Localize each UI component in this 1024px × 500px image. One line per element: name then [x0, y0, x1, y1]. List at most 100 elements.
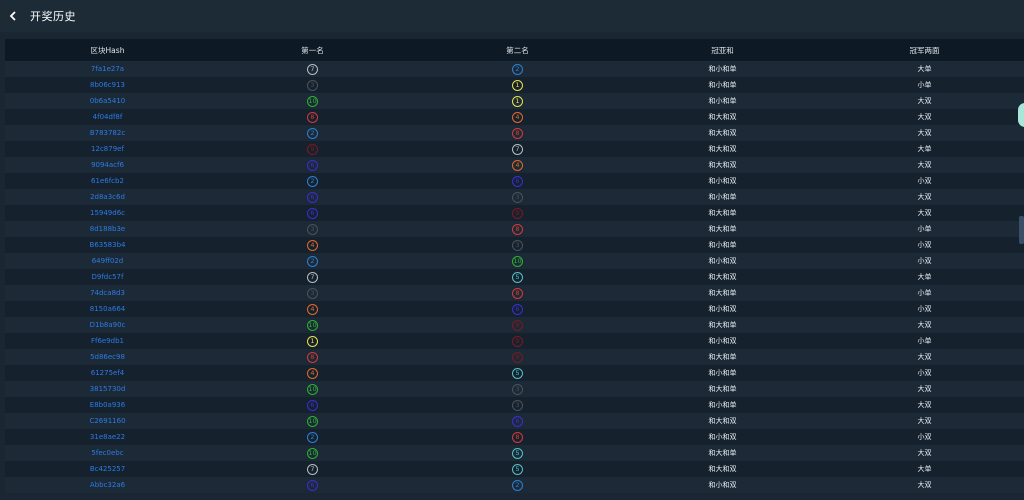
- table-row[interactable]: 12c879ef 9 7 和大和双 大单: [5, 141, 1024, 157]
- side-drawer-handle[interactable]: [1019, 216, 1024, 244]
- second-place-ball: 1: [512, 79, 523, 91]
- hash-link[interactable]: B63583b4: [90, 241, 126, 249]
- floating-service-button[interactable]: [1018, 103, 1024, 127]
- champion-face: 大双: [917, 321, 932, 329]
- table-row[interactable]: 9094acf6 6 4 和大和双 大双: [5, 157, 1024, 173]
- hash-link[interactable]: 61275ef4: [91, 369, 125, 377]
- first-place-ball: 10: [307, 383, 318, 395]
- hash-link[interactable]: Abbc32a6: [90, 481, 125, 489]
- second-place-ball: 5: [512, 367, 523, 379]
- table-row[interactable]: B783782c 2 8 和大和双 大双: [5, 125, 1024, 141]
- first-place-ball: 8: [307, 111, 318, 123]
- sum-result: 和小和双: [708, 257, 737, 265]
- table-row[interactable]: 3815730d 10 3 和大和单 大双: [5, 381, 1024, 397]
- hash-link[interactable]: 2d8a3c6d: [90, 193, 125, 201]
- second-place-ball: 9: [512, 207, 523, 219]
- champion-face: 小单: [917, 225, 932, 233]
- sum-result: 和大和单: [708, 289, 737, 297]
- header-hash: 区块Hash: [90, 45, 125, 55]
- sum-result: 和小和双: [708, 337, 737, 345]
- chevron-left-icon: [9, 11, 16, 21]
- first-place-ball: 9: [307, 143, 318, 155]
- second-place-ball: 1: [512, 95, 523, 107]
- sum-result: 和小和单: [708, 401, 737, 409]
- hash-link[interactable]: D9fdc57f: [92, 273, 124, 281]
- table-row[interactable]: 61275ef4 4 5 和小和单 小双: [5, 365, 1024, 381]
- hash-link[interactable]: 31e8ae22: [90, 433, 125, 441]
- table-row[interactable]: 15949d6c 6 9 和大和单 大双: [5, 205, 1024, 221]
- table-row[interactable]: B63583b4 4 3 和小和单 小双: [5, 237, 1024, 253]
- second-place-ball: 10: [512, 255, 523, 267]
- hash-link[interactable]: D1b8a90c: [90, 321, 126, 329]
- hash-link[interactable]: Bc425257: [90, 465, 125, 473]
- header-second: 第二名: [506, 45, 529, 55]
- second-place-ball: 2: [512, 479, 523, 491]
- hash-link[interactable]: E8b0a936: [90, 401, 125, 409]
- sum-result: 和大和单: [708, 385, 737, 393]
- hash-link[interactable]: 5fec0ebc: [91, 449, 123, 457]
- champion-face: 大单: [917, 145, 932, 153]
- table-row[interactable]: E8b0a936 6 3 和小和单 大双: [5, 397, 1024, 413]
- sum-result: 和大和双: [708, 129, 737, 137]
- hash-link[interactable]: 61e6fcb2: [91, 177, 124, 185]
- table-row[interactable]: 61e6fcb2 2 6 和小和双 小双: [5, 173, 1024, 189]
- hash-link[interactable]: 4f04df8f: [93, 113, 123, 121]
- hash-link[interactable]: 9094acf6: [91, 161, 124, 169]
- hash-link[interactable]: C2691160: [89, 417, 125, 425]
- table-row[interactable]: Bc425257 7 5 和大和双 大单: [5, 461, 1024, 477]
- sum-result: 和小和双: [708, 481, 737, 489]
- hash-link[interactable]: 8150a664: [90, 305, 125, 313]
- champion-face: 大双: [917, 113, 932, 121]
- champion-face: 小单: [917, 337, 932, 345]
- hash-link[interactable]: 7fa1e27a: [91, 65, 124, 73]
- table-row[interactable]: 0b6a5410 10 1 和小和单 大双: [5, 93, 1024, 109]
- sum-result: 和小和单: [708, 65, 737, 73]
- second-place-ball: 6: [512, 175, 523, 187]
- second-place-ball: 8: [512, 127, 523, 139]
- hash-link[interactable]: 12c879ef: [91, 145, 124, 153]
- table-row[interactable]: 8d188b3e 3 8 和大和单 小单: [5, 221, 1024, 237]
- champion-face: 大单: [917, 65, 932, 73]
- table-row[interactable]: Ff6e9db1 1 9 和小和双 小单: [5, 333, 1024, 349]
- second-place-ball: 8: [512, 223, 523, 235]
- hash-link[interactable]: 0b6a5410: [90, 97, 125, 105]
- table-row[interactable]: 5d86ec98 8 9 和大和单 大双: [5, 349, 1024, 365]
- second-place-ball: 3: [512, 239, 523, 251]
- hash-link[interactable]: 5d86ec98: [90, 353, 125, 361]
- table-row[interactable]: 31e8ae22 2 8 和小和双 小双: [5, 429, 1024, 445]
- table-row[interactable]: 649ff02d 2 10 和小和双 小双: [5, 253, 1024, 269]
- hash-link[interactable]: Ff6e9db1: [91, 337, 124, 345]
- hash-link[interactable]: 649ff02d: [92, 257, 124, 265]
- first-place-ball: 2: [307, 431, 318, 443]
- hash-link[interactable]: B783782c: [90, 129, 125, 137]
- back-button[interactable]: [0, 0, 26, 32]
- table-row[interactable]: 8150a664 4 6 和小和双 小双: [5, 301, 1024, 317]
- table-row[interactable]: Abbc32a6 6 2 和小和双 大双: [5, 477, 1024, 493]
- table-row[interactable]: 4f04df8f 8 4 和大和双 大双: [5, 109, 1024, 125]
- sum-result: 和大和单: [708, 225, 737, 233]
- table-body: 7fa1e27a 7 2 和小和单 大单 8b06c913 3 1 和小和单 小单 0b6a5410…: [5, 61, 1024, 493]
- hash-link[interactable]: 8b06c913: [90, 81, 125, 89]
- second-place-ball: 5: [512, 271, 523, 283]
- table-row[interactable]: 74dca8d3 3 8 和大和单 小单: [5, 285, 1024, 301]
- sum-result: 和大和双: [708, 113, 737, 121]
- table-row[interactable]: 7fa1e27a 7 2 和小和单 大单: [5, 61, 1024, 77]
- first-place-ball: 10: [307, 447, 318, 459]
- sum-result: 和大和单: [708, 449, 737, 457]
- hash-link[interactable]: 74dca8d3: [90, 289, 125, 297]
- champion-face: 大双: [917, 353, 932, 361]
- champion-face: 大双: [917, 449, 932, 457]
- table-row[interactable]: D1b8a90c 10 9 和大和单 大双: [5, 317, 1024, 333]
- table-row[interactable]: D9fdc57f 7 5 和大和双 大单: [5, 269, 1024, 285]
- second-place-ball: 8: [512, 431, 523, 443]
- table-row[interactable]: 5fec0ebc 10 5 和大和单 大双: [5, 445, 1024, 461]
- hash-link[interactable]: 3815730d: [90, 385, 126, 393]
- sum-result: 和小和单: [708, 369, 737, 377]
- table-row[interactable]: 8b06c913 3 1 和小和单 小单: [5, 77, 1024, 93]
- table-row[interactable]: C2691160 10 6 和大和双 大双: [5, 413, 1024, 429]
- hash-link[interactable]: 8d188b3e: [90, 225, 125, 233]
- hash-link[interactable]: 15949d6c: [90, 209, 125, 217]
- second-place-ball: 3: [512, 383, 523, 395]
- table-row[interactable]: 2d8a3c6d 6 3 和小和单 大双: [5, 189, 1024, 205]
- second-place-ball: 3: [512, 399, 523, 411]
